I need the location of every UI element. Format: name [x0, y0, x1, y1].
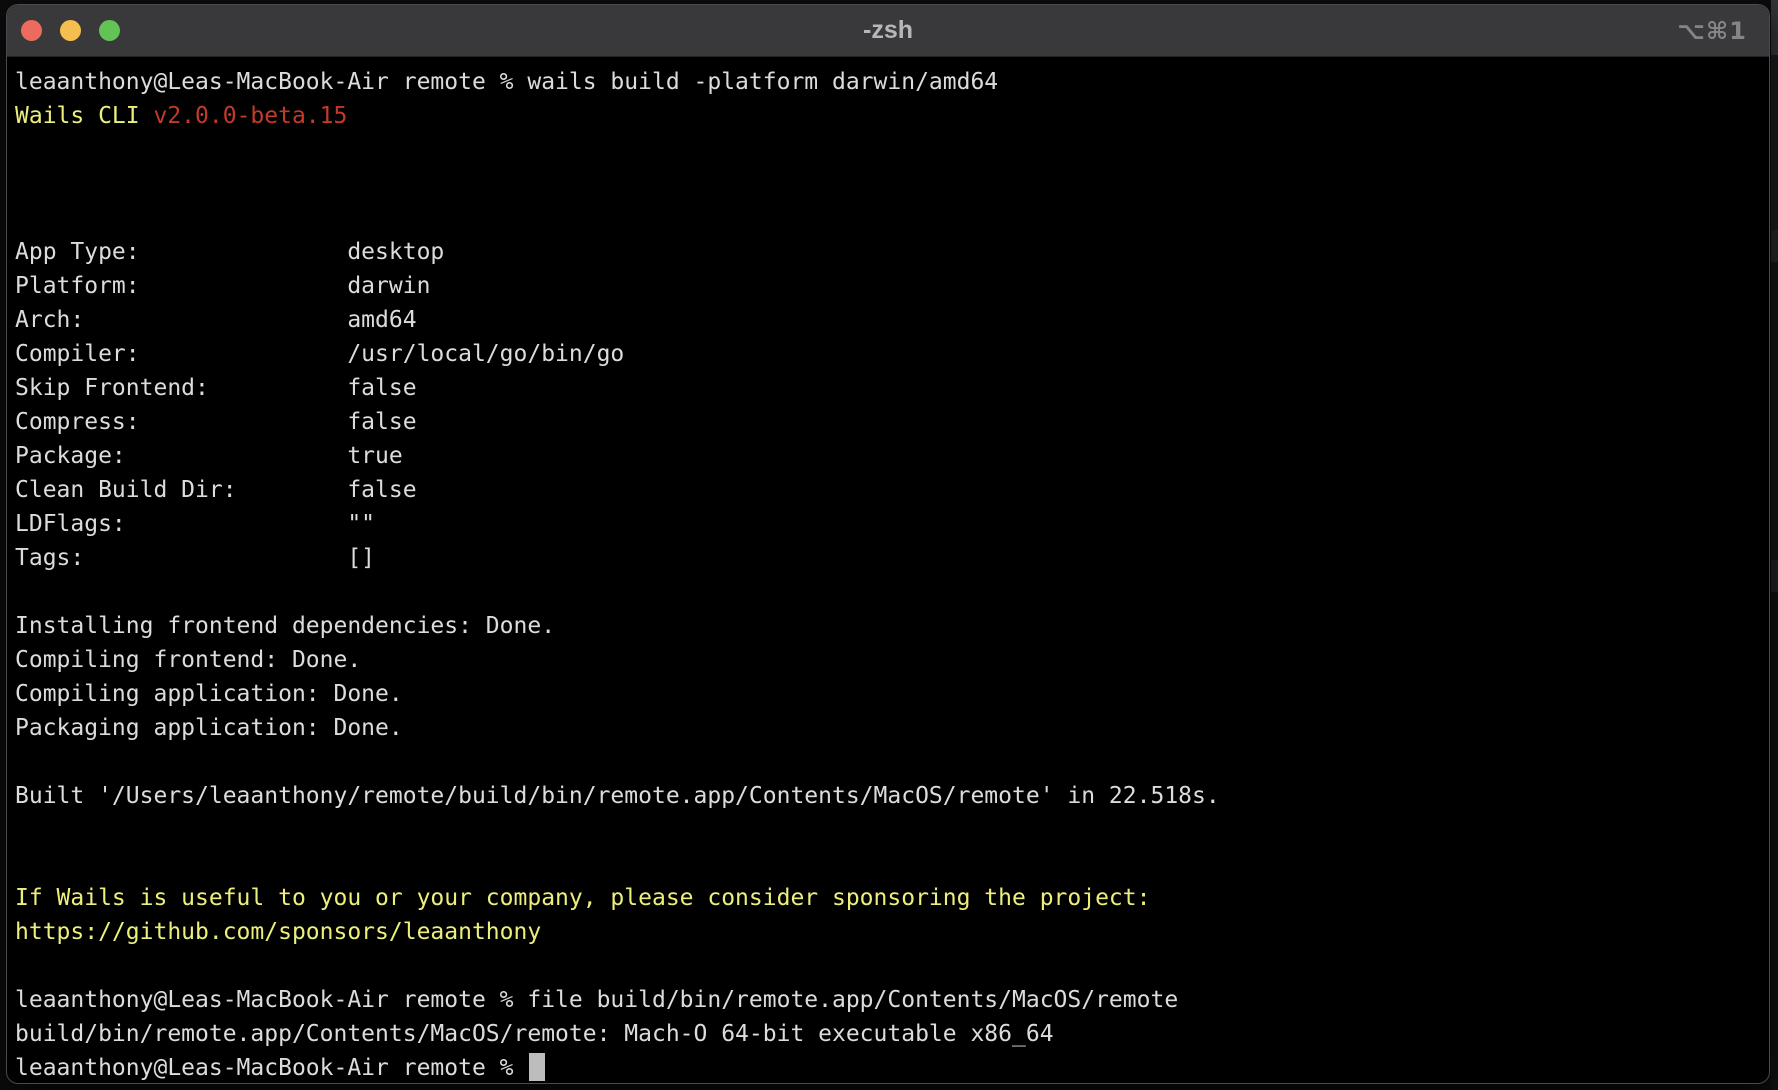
terminal-text-segment: Wails CLI [15, 103, 153, 129]
terminal-text-segment: leaanthony@Leas-MacBook-Air remote % wai… [15, 69, 998, 95]
traffic-lights [21, 5, 120, 56]
window-shortcut-badge: ⌥⌘1 [1677, 5, 1747, 56]
terminal-line: leaanthony@Leas-MacBook-Air remote % fil… [15, 983, 1761, 1017]
terminal-line: Wails CLI v2.0.0-beta.15 [15, 99, 1761, 133]
terminal-line: Compiler: /usr/local/go/bin/go [15, 337, 1761, 371]
terminal-cursor [529, 1053, 545, 1081]
terminal-line [15, 575, 1761, 609]
terminal-line: Tags: [] [15, 541, 1761, 575]
terminal-text-segment: v2.0.0-beta.15 [153, 103, 347, 129]
terminal-text-segment: leaanthony@Leas-MacBook-Air remote % fil… [15, 987, 1178, 1013]
terminal-text-segment: LDFlags: "" [15, 511, 375, 537]
terminal-line: Platform: darwin [15, 269, 1761, 303]
terminal-line: Installing frontend dependencies: Done. [15, 609, 1761, 643]
background-window-edge [1771, 0, 1778, 1090]
terminal-line [15, 847, 1761, 881]
terminal-line: Compiling frontend: Done. [15, 643, 1761, 677]
terminal-window: -zsh ⌥⌘1 leaanthony@Leas-MacBook-Air rem… [6, 4, 1770, 1084]
terminal-line [15, 745, 1761, 779]
terminal-line: Clean Build Dir: false [15, 473, 1761, 507]
close-button[interactable] [21, 20, 42, 41]
terminal-line: leaanthony@Leas-MacBook-Air remote % [15, 1051, 1761, 1084]
terminal-text-segment: Installing frontend dependencies: Done. [15, 613, 555, 639]
terminal-line: If Wails is useful to you or your compan… [15, 881, 1761, 915]
terminal-text-segment: If Wails is useful to you or your compan… [15, 885, 1150, 911]
terminal-line [15, 167, 1761, 201]
terminal-text-segment: leaanthony@Leas-MacBook-Air remote % [15, 1055, 527, 1081]
terminal-text-segment: Clean Build Dir: false [15, 477, 417, 503]
terminal-line: https://github.com/sponsors/leaanthony [15, 915, 1761, 949]
terminal-line: Packaging application: Done. [15, 711, 1761, 745]
terminal-line: build/bin/remote.app/Contents/MacOS/remo… [15, 1017, 1761, 1051]
terminal-text-segment: Compiling application: Done. [15, 681, 403, 707]
terminal-text-segment: Platform: darwin [15, 273, 430, 299]
terminal-line [15, 133, 1761, 167]
terminal-line [15, 201, 1761, 235]
titlebar[interactable]: -zsh ⌥⌘1 [7, 5, 1769, 57]
zoom-button[interactable] [99, 20, 120, 41]
terminal-line: Built '/Users/leaanthony/remote/build/bi… [15, 779, 1761, 813]
terminal-screen[interactable]: leaanthony@Leas-MacBook-Air remote % wai… [7, 57, 1769, 1084]
terminal-line: LDFlags: "" [15, 507, 1761, 541]
terminal-line: Arch: amd64 [15, 303, 1761, 337]
terminal-text-segment: build/bin/remote.app/Contents/MacOS/remo… [15, 1021, 1054, 1047]
terminal-text-segment: Compiler: /usr/local/go/bin/go [15, 341, 624, 367]
terminal-text-segment: Package: true [15, 443, 403, 469]
terminal-text-segment: https://github.com/sponsors/leaanthony [15, 919, 541, 945]
terminal-line: Compress: false [15, 405, 1761, 439]
terminal-line [15, 813, 1761, 847]
terminal-text-segment: App Type: desktop [15, 239, 444, 265]
terminal-text-segment: Built '/Users/leaanthony/remote/build/bi… [15, 783, 1220, 809]
window-title: -zsh [7, 5, 1769, 56]
terminal-text-segment: Arch: amd64 [15, 307, 417, 333]
terminal-line [15, 949, 1761, 983]
terminal-text-segment: Tags: [] [15, 545, 375, 571]
terminal-text-segment: Skip Frontend: false [15, 375, 417, 401]
minimize-button[interactable] [60, 20, 81, 41]
terminal-line: leaanthony@Leas-MacBook-Air remote % wai… [15, 65, 1761, 99]
terminal-text-segment: Compiling frontend: Done. [15, 647, 361, 673]
terminal-line: Package: true [15, 439, 1761, 473]
terminal-line: Skip Frontend: false [15, 371, 1761, 405]
terminal-line: App Type: desktop [15, 235, 1761, 269]
terminal-text-segment: Compress: false [15, 409, 417, 435]
terminal-line: Compiling application: Done. [15, 677, 1761, 711]
terminal-text-segment: Packaging application: Done. [15, 715, 403, 741]
